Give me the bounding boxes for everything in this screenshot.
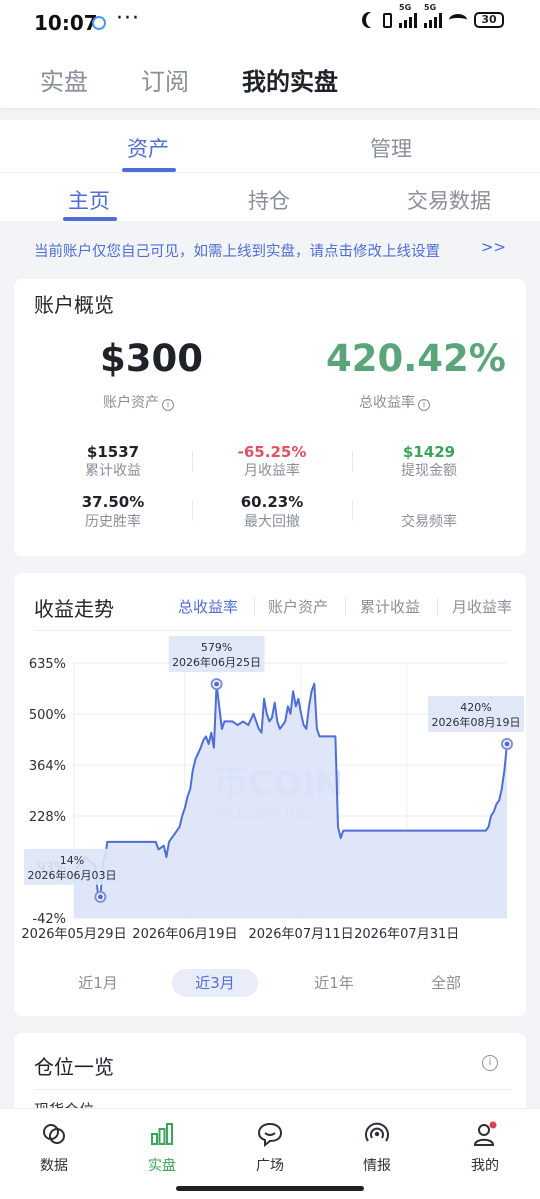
annotation-value: 420% xyxy=(460,701,491,714)
divider xyxy=(352,451,353,471)
return-caption[interactable]: 总收益率 i xyxy=(359,392,430,412)
win-rate-label: 历史胜率 xyxy=(85,514,141,530)
withdrawal-label: 提现金额 xyxy=(401,463,457,479)
monthly-return-label: 月收益率 xyxy=(244,463,300,479)
y-tick-label: 364% xyxy=(29,759,66,774)
user-icon xyxy=(471,1121,499,1147)
broadcast-icon xyxy=(363,1121,391,1147)
info-icon[interactable]: i xyxy=(482,1055,498,1071)
range-1-year[interactable]: 近1年 xyxy=(291,969,377,997)
x-tick-label: 2026年07月31日 xyxy=(354,927,459,942)
overview-title: 账户概览 xyxy=(34,293,114,317)
notice-more-link[interactable]: >> xyxy=(481,238,506,256)
monthly-return-value: -65.25% xyxy=(237,443,307,461)
range-3-months[interactable]: 近3月 xyxy=(172,969,258,997)
range-1-month[interactable]: 近1月 xyxy=(55,969,141,997)
tab-my-live[interactable]: 我的实盘 xyxy=(242,62,338,97)
tab-trade-data[interactable]: 交易数据 xyxy=(407,185,491,215)
wifi-icon xyxy=(449,14,467,26)
tab-manage[interactable]: 管理 xyxy=(370,133,412,163)
info-icon: i xyxy=(162,399,174,411)
cloud-icon xyxy=(92,16,106,30)
annotation-value: 14% xyxy=(60,854,84,867)
more-dots-icon: ··· xyxy=(116,6,140,31)
divider xyxy=(192,451,193,471)
nav-intel[interactable]: 情报 xyxy=(337,1121,417,1175)
return-trend-chart[interactable]: 635%500%364%228%93%-42%2026年05月29日2026年0… xyxy=(14,573,526,953)
account-overview-card: 账户概览 $300 420.42% 账户资产 i 总收益率 i $1537 累计收益… xyxy=(14,279,526,556)
range-all[interactable]: 全部 xyxy=(403,969,489,997)
total-return-value: 420.42% xyxy=(326,337,506,380)
tab-holdings[interactable]: 持仓 xyxy=(248,185,290,215)
data-icon xyxy=(40,1121,68,1147)
visibility-notice[interactable]: 当前账户仅您自己可见，如需上线到实盘，请点击修改上线设置 >> xyxy=(0,228,540,270)
positions-title: 仓位一览 xyxy=(34,1055,114,1079)
top-tab-bar: 实盘 订阅 我的实盘 xyxy=(0,48,540,108)
cumulative-profit-value: $1537 xyxy=(86,443,140,461)
trade-frequency-label: 交易频率 xyxy=(401,514,457,530)
info-icon: i xyxy=(418,399,430,411)
y-tick-label: 500% xyxy=(29,708,66,723)
sub-tab-bar: 主页 持仓 交易数据 xyxy=(0,173,540,221)
divider xyxy=(352,501,353,521)
annotation-date: 2026年08月19日 xyxy=(432,715,521,729)
status-time: 10:07 xyxy=(34,11,98,35)
tab-home[interactable]: 主页 xyxy=(68,185,110,215)
moon-icon xyxy=(366,12,380,28)
annotation-date: 2026年06月03日 xyxy=(28,868,117,882)
max-drawdown-value: 60.23% xyxy=(240,493,304,511)
home-indicator xyxy=(176,1186,364,1191)
max-drawdown-label: 最大回撤 xyxy=(244,514,300,530)
tab-live[interactable]: 实盘 xyxy=(40,62,88,97)
notice-text: 当前账户仅您自己可见，如需上线到实盘，请点击修改上线设置 xyxy=(34,244,440,260)
battery-icon: 30 xyxy=(474,12,504,28)
y-tick-label: 635% xyxy=(29,657,66,672)
section-tab-bar: 资产 管理 xyxy=(0,120,540,172)
x-tick-label: 2026年06月19日 xyxy=(132,927,237,942)
divider xyxy=(192,501,193,521)
annotation-point-core xyxy=(97,894,103,900)
home-tab-indicator xyxy=(63,217,117,221)
status-bar: 10:07 ··· 5G 5G 30 xyxy=(0,0,540,48)
nav-data[interactable]: 数据 xyxy=(14,1121,94,1175)
bar-chart-icon xyxy=(148,1121,176,1147)
assets-caption[interactable]: 账户资产 i xyxy=(103,392,174,412)
tab-assets[interactable]: 资产 xyxy=(127,133,169,163)
tab-subscribe[interactable]: 订阅 xyxy=(141,62,189,97)
nav-live[interactable]: 实盘 xyxy=(122,1121,202,1175)
x-tick-label: 2026年05月29日 xyxy=(21,927,126,942)
win-rate-value: 37.50% xyxy=(81,493,145,511)
y-tick-label: -42% xyxy=(32,912,66,927)
y-tick-label: 228% xyxy=(29,810,66,825)
signal-icon: 5G xyxy=(399,3,417,28)
assets-value: $300 xyxy=(100,337,203,380)
cumulative-profit-label: 累计收益 xyxy=(85,463,141,479)
annotation-value: 579% xyxy=(201,641,232,654)
return-trend-card: 收益走势 总收益率 账户资产 累计收益 月收益率 635% 500% 364% 228… xyxy=(14,573,526,1016)
withdrawal-value: $1429 xyxy=(402,443,456,461)
divider xyxy=(34,1089,512,1090)
annotation-date: 2026年06月25日 xyxy=(172,655,261,669)
annotation-point-core xyxy=(214,681,220,687)
nav-square[interactable]: 广场 xyxy=(230,1121,310,1175)
chat-bubble-icon xyxy=(256,1121,284,1148)
x-tick-label: 2026年07月11日 xyxy=(248,927,353,942)
annotation-point-core xyxy=(504,741,510,747)
vibrate-icon xyxy=(383,12,392,28)
nav-me[interactable]: 我的 xyxy=(445,1121,525,1175)
signal-icon-2: 5G xyxy=(424,3,442,28)
